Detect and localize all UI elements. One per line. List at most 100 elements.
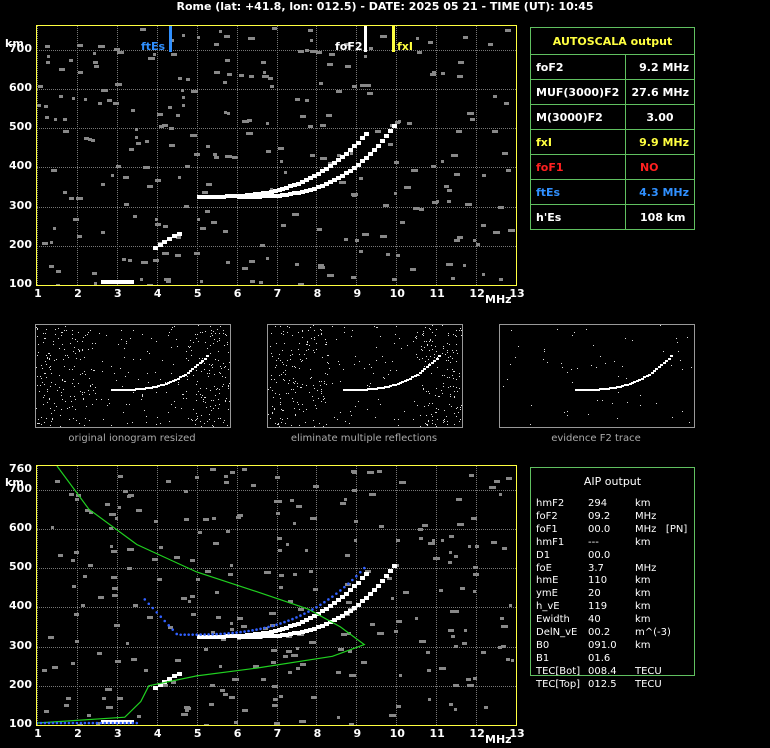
thumb-speck xyxy=(44,338,46,340)
thumb-speck xyxy=(186,351,188,353)
thumb-speck xyxy=(460,406,462,408)
thumb-speck xyxy=(314,387,316,389)
thumb-speck xyxy=(443,345,445,347)
thumb-speck xyxy=(398,424,400,426)
thumb-speck xyxy=(76,357,78,359)
aip-name: h_vE xyxy=(536,601,560,613)
thumb-speck xyxy=(418,375,420,377)
aip-unit: km xyxy=(635,536,651,548)
thumb-speck xyxy=(428,402,430,404)
noise-speck xyxy=(246,131,254,135)
noise-speck xyxy=(292,212,300,216)
thumb-speck xyxy=(229,370,230,372)
aip-name: foE xyxy=(536,562,552,574)
thumb-speck xyxy=(279,394,281,396)
thumb-speck xyxy=(379,335,381,337)
virtual-height-point xyxy=(67,721,71,725)
thumb-speck xyxy=(132,421,134,423)
grid-line xyxy=(37,167,516,169)
thumb-speck xyxy=(214,374,216,376)
thumb-speck xyxy=(437,367,439,369)
thumb-speck xyxy=(313,336,315,338)
virtual-height-point xyxy=(211,632,214,636)
thumb-original xyxy=(35,324,231,428)
thumb-speck xyxy=(292,353,294,355)
thumb-speck xyxy=(49,399,51,401)
virtual-height-point xyxy=(171,628,175,631)
thumb-speck xyxy=(225,401,227,403)
thumb-speck xyxy=(314,330,315,332)
x-tick-label: 5 xyxy=(193,727,202,740)
thumb-speck xyxy=(458,330,460,332)
autoscala-value: 27.6 MHz xyxy=(624,79,696,105)
noise-speck xyxy=(502,152,509,156)
noise-speck xyxy=(139,278,143,282)
thumb-speck xyxy=(201,371,203,373)
echo-trace-point xyxy=(392,124,398,129)
thumb-speck xyxy=(274,409,276,411)
thumb-speck xyxy=(556,328,558,330)
thumb-speck xyxy=(294,413,296,415)
ftEs-marker-label: ftEs xyxy=(141,40,166,53)
noise-speck xyxy=(133,215,138,219)
aip-header: AIP output xyxy=(583,475,642,488)
ionogram-plot xyxy=(36,25,517,286)
thumb-speck xyxy=(395,325,397,327)
thumb-speck xyxy=(95,386,97,388)
noise-speck xyxy=(260,243,266,247)
thumb-speck xyxy=(459,420,461,422)
thumb-speck xyxy=(354,363,356,365)
noise-speck xyxy=(295,97,301,101)
thumb-speck xyxy=(214,339,216,341)
thumb-speck xyxy=(289,379,291,381)
thumb-speck xyxy=(460,335,462,337)
thumb-speck xyxy=(217,350,219,352)
thumb-speck xyxy=(49,368,51,370)
noise-speck xyxy=(454,239,461,242)
noise-speck xyxy=(116,50,124,54)
thumb-speck xyxy=(397,418,399,420)
virtual-height-point xyxy=(227,632,230,635)
virtual-height-point xyxy=(215,632,218,636)
thumb-speck xyxy=(443,382,445,384)
noise-speck xyxy=(328,52,335,56)
thumb-speck xyxy=(217,418,219,420)
autoscala-value: 3.00 xyxy=(624,104,696,130)
thumb-speck xyxy=(130,338,131,340)
thumb-speck xyxy=(74,408,76,410)
virtual-height-point xyxy=(207,633,210,636)
noise-speck xyxy=(309,154,315,158)
thumb-speck xyxy=(216,340,218,342)
thumb-speck xyxy=(49,365,51,367)
thumb-trace xyxy=(206,355,209,357)
noise-speck xyxy=(339,180,347,184)
thumb-speck xyxy=(377,326,379,328)
noise-speck xyxy=(416,50,422,54)
virtual-height-point xyxy=(47,721,51,725)
thumb-speck xyxy=(372,372,374,374)
thumb-speck xyxy=(431,413,433,415)
thumb-speck xyxy=(196,369,198,371)
noise-speck xyxy=(265,149,271,153)
thumb-speck xyxy=(287,383,289,385)
thumb-speck xyxy=(425,391,427,392)
thumb-speck xyxy=(325,372,327,374)
noise-speck xyxy=(201,190,208,194)
thumb-speck xyxy=(210,326,212,328)
noise-speck xyxy=(205,145,210,149)
thumb-speck xyxy=(222,385,224,387)
noise-speck xyxy=(72,218,79,222)
thumb-speck xyxy=(182,397,184,399)
noise-speck xyxy=(63,117,68,121)
noise-speck xyxy=(100,89,108,93)
noise-speck xyxy=(121,257,126,261)
thumb-speck xyxy=(302,411,304,413)
noise-speck xyxy=(320,124,327,128)
thumb-speck xyxy=(304,421,306,423)
noise-speck xyxy=(409,268,416,272)
thumb-speck xyxy=(50,413,52,415)
noise-speck xyxy=(387,143,393,147)
noise-speck xyxy=(225,260,230,264)
aip-value: 00.0 xyxy=(588,549,611,561)
thumb-speck xyxy=(83,356,85,358)
